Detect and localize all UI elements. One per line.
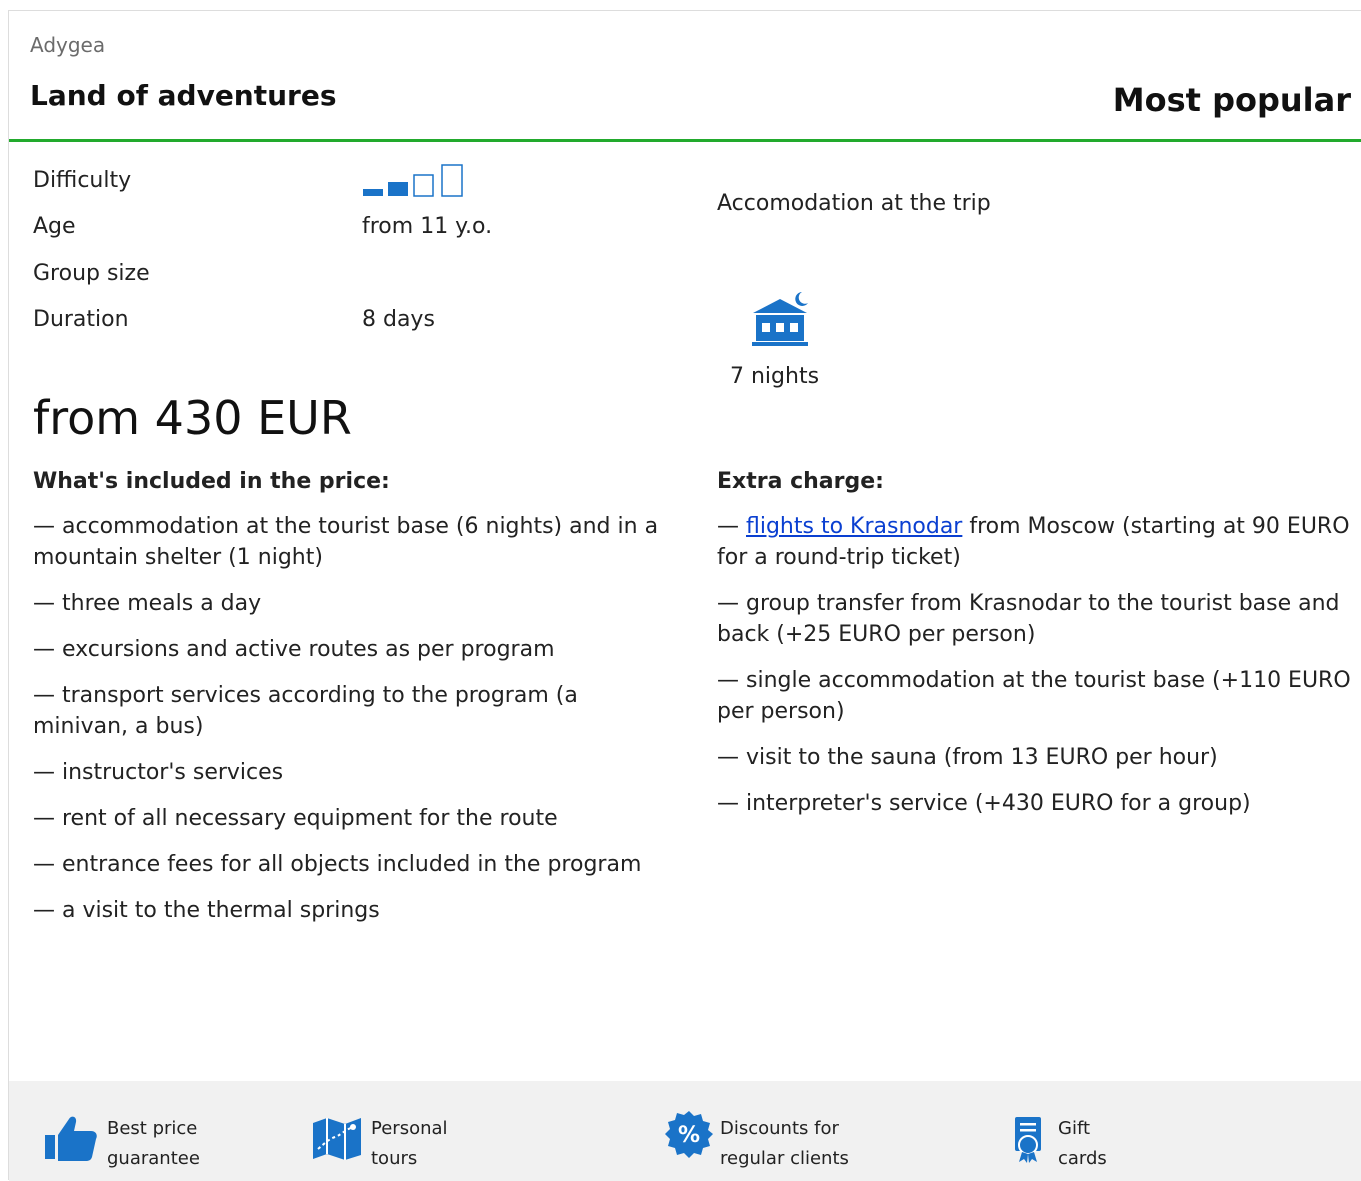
feature-best-price[interactable]: Best price guarantee [43, 1081, 273, 1181]
svg-text:%: % [678, 1123, 700, 1148]
tour-title[interactable]: Land of adventures [30, 79, 337, 112]
feature-label: Personal tours [371, 1118, 448, 1169]
duration-value: 8 days [362, 307, 435, 332]
age-value: from 11 y.o. [362, 214, 493, 239]
included-item: — rent of all necessary equipment for th… [33, 806, 558, 831]
most-popular-badge: Most popular [1112, 81, 1351, 119]
card-header: Adygea Land of adventures Most popular [9, 11, 1361, 142]
extra-item-prefix: — [717, 514, 746, 539]
gift-card-icon [1015, 1117, 1041, 1163]
included-item: — a visit to the thermal springs [33, 898, 380, 923]
included-item: — three meals a day [33, 591, 262, 616]
duration-label: Duration [33, 307, 129, 332]
tour-price: from 430 EUR [33, 391, 352, 445]
features-footer: Best price guarantee Personal tours % Di… [9, 1081, 1361, 1181]
difficulty-bar-4 [441, 164, 463, 197]
difficulty-bar-3 [413, 174, 434, 197]
region-label: Adygea [30, 33, 106, 57]
included-section: What's included in the price: — accommod… [33, 467, 673, 941]
map-icon [313, 1118, 361, 1160]
extra-charge-title: Extra charge: [717, 469, 884, 494]
extra-item: — single accommodation at the tourist ba… [717, 668, 1351, 724]
extra-charge-section: Extra charge: — flights to Krasnodar fro… [717, 467, 1357, 834]
nights-count: 7 nights [730, 364, 820, 389]
discount-badge-icon: % [665, 1111, 713, 1158]
group-size-label: Group size [33, 261, 150, 286]
feature-label: Discounts for regular clients [720, 1118, 849, 1169]
feature-label: Gift cards [1058, 1118, 1107, 1169]
extra-item: — interpreter's service (+430 EURO for a… [717, 791, 1251, 816]
difficulty-bar-1 [363, 189, 383, 196]
included-item: — entrance fees for all objects included… [33, 852, 642, 877]
included-item: — transport services according to the pr… [33, 683, 578, 739]
house-night-icon [752, 292, 808, 346]
difficulty-bar-2 [388, 182, 408, 196]
extra-item: — flights to Krasnodar from Moscow (star… [717, 511, 1357, 573]
feature-label: Best price guarantee [107, 1118, 200, 1169]
included-item: — excursions and active routes as per pr… [33, 637, 555, 662]
tour-card: Adygea Land of adventures Most popular D… [8, 10, 1361, 1181]
accommodation-title: Accomodation at the trip [717, 191, 991, 216]
feature-personal-tours[interactable]: Personal tours [309, 1081, 589, 1181]
feature-discounts[interactable]: % Discounts for regular clients [664, 1081, 964, 1181]
flights-to-krasnodar-link[interactable]: flights to Krasnodar [746, 514, 962, 539]
age-label: Age [33, 214, 76, 239]
extra-item: — visit to the sauna (from 13 EURO per h… [717, 745, 1218, 770]
difficulty-label: Difficulty [33, 168, 132, 193]
included-item: — accommodation at the tourist base (6 n… [33, 514, 659, 570]
thumbs-up-icon [45, 1116, 97, 1161]
included-title: What's included in the price: [33, 469, 390, 494]
difficulty-indicator [363, 164, 463, 197]
extra-item: — group transfer from Krasnodar to the t… [717, 591, 1340, 647]
feature-gift-cards[interactable]: Gift cards [1011, 1081, 1211, 1181]
included-item: — instructor's services [33, 760, 284, 785]
